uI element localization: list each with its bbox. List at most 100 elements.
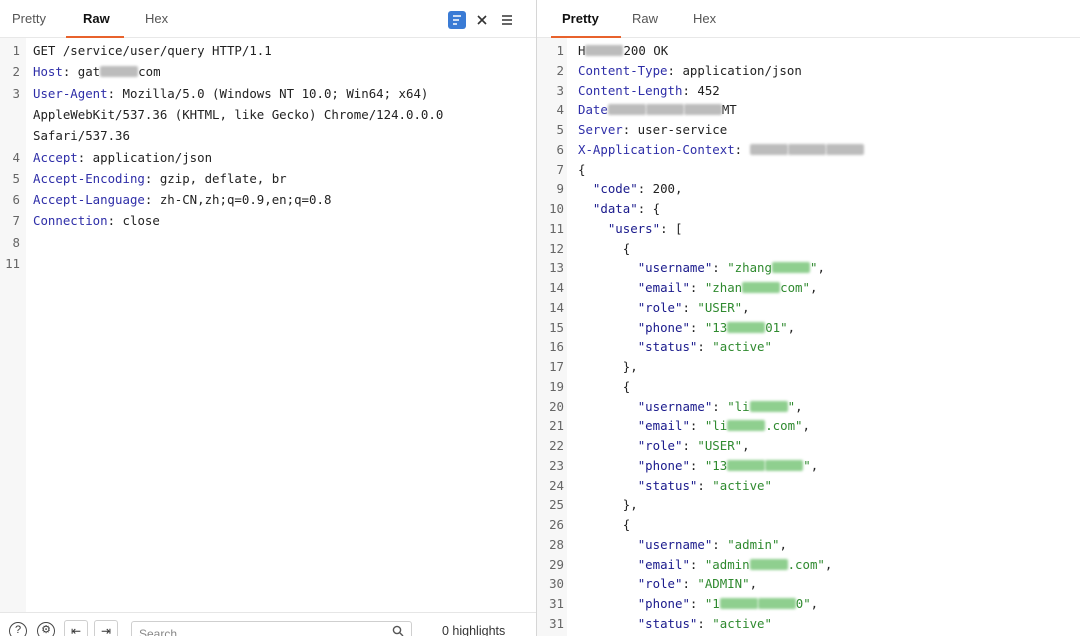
code-token: 200 OK bbox=[623, 43, 669, 58]
header-name: Date bbox=[578, 102, 608, 118]
json-string: "admin" bbox=[727, 536, 780, 552]
next-match-icon[interactable]: ⇥ bbox=[94, 620, 118, 636]
search-bar: ? ⚙ ⇤ ⇥ Search... 0 highlights bbox=[0, 612, 536, 636]
code-token: : zh-CN,zh;q=0.9,en;q=0.8 bbox=[144, 192, 332, 208]
redacted-value bbox=[585, 45, 624, 56]
line-number-gutter bbox=[0, 38, 26, 636]
line-number: 7 bbox=[12, 213, 20, 229]
collapse-icon[interactable] bbox=[473, 11, 491, 29]
line-number: 15 bbox=[549, 319, 564, 335]
code-token: , bbox=[749, 576, 758, 592]
code-token: : Mozilla/5.0 (Windows NT 10.0; Win64; x… bbox=[107, 85, 429, 101]
code-token: }, bbox=[578, 497, 638, 513]
line-number: 6 bbox=[12, 192, 20, 208]
json-key: "username" bbox=[637, 260, 713, 276]
response-editor[interactable]: 1 H 200 OK 2 Content-Type: application/json 3… bbox=[537, 38, 1080, 636]
search-icon[interactable] bbox=[392, 625, 404, 636]
json-key: "status" bbox=[637, 477, 698, 493]
code-text: { bbox=[578, 514, 630, 535]
wrap-lines-icon[interactable] bbox=[448, 11, 466, 29]
json-key: "email" bbox=[637, 556, 690, 572]
response-tab-hex[interactable]: Hex bbox=[693, 11, 716, 26]
code-text: }, bbox=[578, 494, 638, 515]
code-text: }, bbox=[578, 356, 638, 377]
code-token: : application/json bbox=[667, 62, 802, 78]
response-tab-pretty[interactable]: Pretty bbox=[562, 11, 599, 26]
line-number: 3 bbox=[12, 85, 20, 101]
redacted-value bbox=[683, 104, 722, 116]
line-number: 20 bbox=[549, 398, 564, 414]
line-number: 14 bbox=[549, 280, 564, 295]
code-token: com bbox=[138, 64, 161, 80]
line-number: 2 bbox=[12, 64, 20, 80]
line-number: 11 bbox=[5, 256, 20, 271]
request-tab-raw[interactable]: Raw bbox=[83, 11, 110, 26]
code-token: : gat bbox=[62, 64, 101, 80]
line-number: 19 bbox=[549, 378, 564, 394]
code-text: "email": "li .com", bbox=[578, 415, 810, 436]
line-number: 25 bbox=[549, 497, 564, 513]
code-text: Host: gat com bbox=[33, 61, 161, 82]
highlights-count: 0 highlights bbox=[442, 624, 506, 636]
request-tab-hex[interactable]: Hex bbox=[145, 11, 168, 26]
json-string: "active" bbox=[712, 477, 772, 493]
code-text: "status": "active" bbox=[578, 475, 772, 496]
header-name: Accept-Language bbox=[33, 192, 145, 208]
request-editor[interactable]: 1 GET /service/user/query HTTP/1.1 2 Host: … bbox=[0, 38, 536, 636]
code-token: , bbox=[742, 299, 750, 315]
code-text: Connection: close bbox=[33, 210, 160, 231]
code-token: : [ bbox=[660, 220, 683, 236]
previous-match-icon[interactable]: ⇤ bbox=[64, 620, 88, 636]
line-number: 2 bbox=[556, 62, 564, 78]
help-icon[interactable]: ? bbox=[9, 622, 27, 636]
code-token: { bbox=[578, 161, 586, 177]
code-token: : bbox=[682, 299, 698, 315]
json-key: "phone" bbox=[637, 596, 690, 611]
redacted-value bbox=[727, 321, 766, 333]
json-string: "ADMIN" bbox=[697, 576, 750, 592]
redacted-value bbox=[749, 558, 788, 570]
code-text: { bbox=[578, 376, 630, 397]
code-token: , bbox=[795, 398, 803, 414]
settings-icon[interactable]: ⚙ bbox=[37, 622, 55, 636]
search-input[interactable]: Search... bbox=[131, 621, 412, 636]
line-number: 14 bbox=[549, 299, 564, 315]
code-token: : bbox=[682, 438, 698, 453]
line-number: 24 bbox=[549, 477, 564, 493]
line-number: 17 bbox=[549, 359, 564, 374]
request-pane: Pretty Raw Hex 1 GET /service/user/query … bbox=[0, 0, 536, 636]
redacted-value bbox=[749, 400, 788, 412]
code-text: Accept: application/json bbox=[33, 147, 212, 168]
line-number: 5 bbox=[12, 170, 20, 186]
line-number: 1 bbox=[12, 43, 20, 58]
code-token: : bbox=[689, 319, 705, 335]
code-text: "status": "active" bbox=[578, 336, 772, 357]
code-token: , bbox=[809, 280, 818, 295]
code-token: : application/json bbox=[77, 149, 213, 165]
code-text: "username": "zhang ", bbox=[578, 257, 825, 278]
menu-icon[interactable] bbox=[498, 11, 516, 29]
line-number: 8 bbox=[12, 234, 20, 250]
request-tab-pretty[interactable]: Pretty bbox=[12, 11, 46, 26]
code-text: Accept-Encoding: gzip, deflate, br bbox=[33, 168, 287, 189]
json-string: 0" bbox=[795, 596, 811, 611]
json-string: "li bbox=[727, 398, 750, 414]
redacted-value bbox=[765, 459, 804, 471]
json-string: "13 bbox=[704, 457, 728, 473]
json-string: "zhan bbox=[704, 280, 743, 295]
line-number: 5 bbox=[556, 122, 564, 137]
redacted-value bbox=[100, 66, 139, 78]
line-number: 31 bbox=[549, 615, 564, 631]
response-tab-raw[interactable]: Raw bbox=[632, 11, 658, 26]
redacted-value bbox=[645, 104, 684, 116]
code-token: { bbox=[578, 517, 631, 532]
code-token: , bbox=[742, 438, 750, 453]
redacted-value bbox=[727, 459, 766, 471]
code-token: , bbox=[802, 418, 810, 434]
code-token: : bbox=[689, 596, 705, 611]
